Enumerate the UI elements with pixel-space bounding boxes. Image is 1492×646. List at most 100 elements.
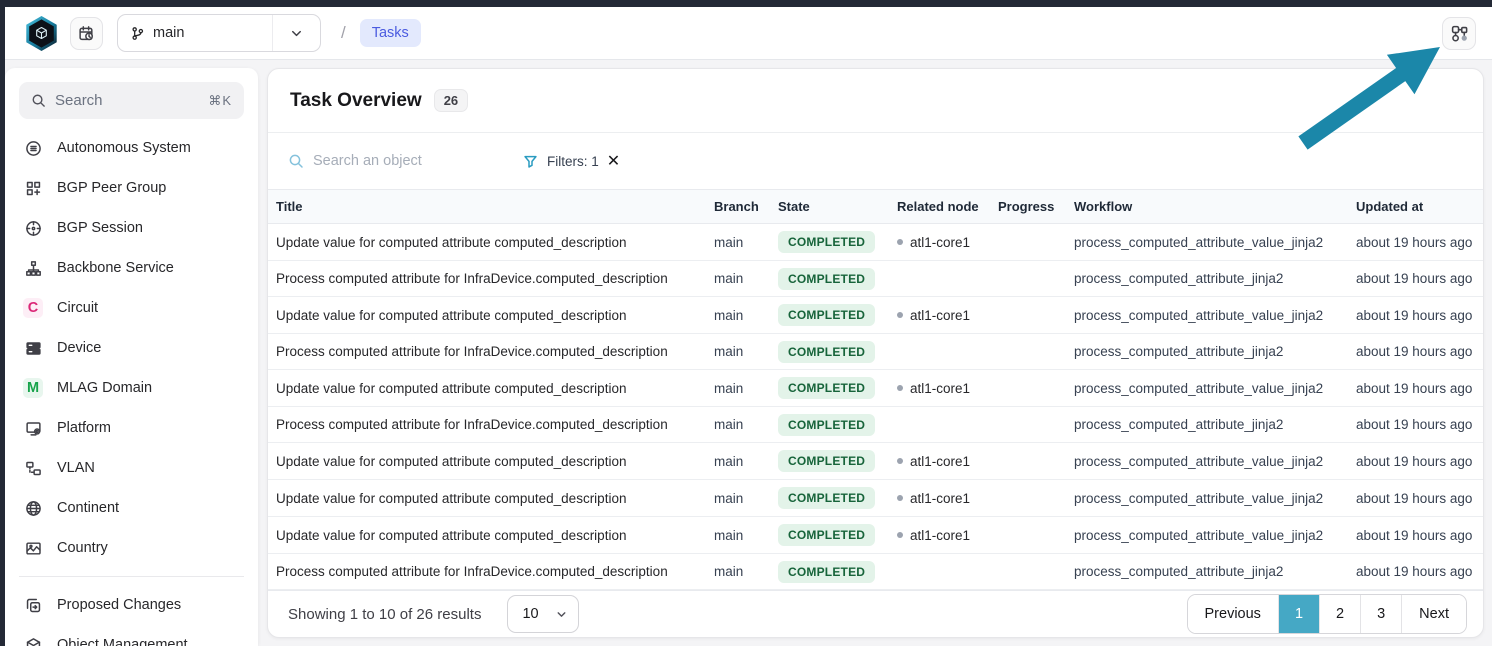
task-workflow: process_computed_attribute_value_jinja2 bbox=[1066, 443, 1348, 480]
sidebar-search-shortcut: ⌘K bbox=[208, 93, 232, 109]
task-workflow: process_computed_attribute_value_jinja2 bbox=[1066, 297, 1348, 334]
schema-visualizer-button[interactable] bbox=[1442, 17, 1476, 50]
related-node-cell bbox=[889, 334, 990, 370]
status-badge: COMPLETED bbox=[778, 561, 875, 583]
calendar-clock-icon bbox=[78, 25, 95, 42]
task-progress bbox=[990, 370, 1066, 407]
search-icon bbox=[31, 93, 46, 108]
pagination-next[interactable]: Next bbox=[1401, 595, 1466, 633]
page-size-select[interactable]: 10 bbox=[507, 595, 579, 633]
task-state-cell: COMPLETED bbox=[770, 224, 889, 261]
platform-icon bbox=[23, 418, 43, 438]
task-branch: main bbox=[706, 407, 770, 443]
table-row[interactable]: Update value for computed attribute comp… bbox=[268, 370, 1483, 407]
sidebar-item-country[interactable]: Country bbox=[5, 528, 258, 568]
task-progress bbox=[990, 443, 1066, 480]
task-updated-at: about 19 hours ago bbox=[1348, 554, 1483, 590]
sidebar-item-bgp-peer-group[interactable]: BGP Peer Group bbox=[5, 168, 258, 208]
task-title: Process computed attribute for InfraDevi… bbox=[268, 334, 706, 370]
status-badge: COMPLETED bbox=[778, 414, 875, 436]
task-progress bbox=[990, 261, 1066, 297]
sidebar-item-device[interactable]: Device bbox=[5, 328, 258, 368]
branch-name: main bbox=[153, 25, 184, 41]
column-header-updated-at: Updated at bbox=[1348, 190, 1483, 224]
sidebar-item-bgp-session[interactable]: BGP Session bbox=[5, 208, 258, 248]
vlan-icon bbox=[23, 458, 43, 478]
table-row[interactable]: Process computed attribute for InfraDevi… bbox=[268, 554, 1483, 590]
sidebar-item-platform[interactable]: Platform bbox=[5, 408, 258, 448]
sidebar: Search ⌘K Autonomous System BGP Peer Grou… bbox=[5, 68, 258, 646]
sidebar-item-backbone-service[interactable]: Backbone Service bbox=[5, 248, 258, 288]
pagination-3[interactable]: 3 bbox=[1360, 595, 1401, 633]
object-search-input[interactable] bbox=[313, 153, 493, 169]
sidebar-item-label: Country bbox=[57, 540, 108, 556]
table-row[interactable]: Process computed attribute for InfraDevi… bbox=[268, 334, 1483, 370]
branch-selector[interactable]: main bbox=[117, 14, 321, 52]
table-row[interactable]: Update value for computed attribute comp… bbox=[268, 443, 1483, 480]
related-node-cell: atl1-core1 bbox=[889, 443, 990, 480]
column-header-state: State bbox=[770, 190, 889, 224]
bgp-peer-group-icon bbox=[23, 178, 43, 198]
task-state-cell: COMPLETED bbox=[770, 334, 889, 370]
task-progress bbox=[990, 554, 1066, 590]
task-updated-at: about 19 hours ago bbox=[1348, 297, 1483, 334]
results-summary: Showing 1 to 10 of 26 results bbox=[288, 606, 481, 623]
schema-icon bbox=[1450, 24, 1469, 43]
table-row[interactable]: Update value for computed attribute comp… bbox=[268, 224, 1483, 261]
status-badge: COMPLETED bbox=[778, 487, 875, 509]
task-updated-at: about 19 hours ago bbox=[1348, 480, 1483, 517]
breadcrumb-separator: / bbox=[341, 23, 346, 43]
task-title: Update value for computed attribute comp… bbox=[268, 443, 706, 480]
top-bar: main / Tasks bbox=[5, 7, 1492, 60]
sidebar-item-label: MLAG Domain bbox=[57, 380, 152, 396]
sidebar-item-continent[interactable]: Continent bbox=[5, 488, 258, 528]
task-workflow: process_computed_attribute_jinja2 bbox=[1066, 407, 1348, 443]
sidebar-item-proposed-changes[interactable]: Proposed Changes bbox=[5, 585, 258, 625]
sidebar-divider bbox=[19, 576, 244, 577]
table-row[interactable]: Update value for computed attribute comp… bbox=[268, 517, 1483, 554]
sidebar-item-label: Backbone Service bbox=[57, 260, 174, 276]
table-row[interactable]: Update value for computed attribute comp… bbox=[268, 480, 1483, 517]
sidebar-item-label: Autonomous System bbox=[57, 140, 191, 156]
breadcrumb-tasks[interactable]: Tasks bbox=[360, 19, 421, 47]
status-badge: COMPLETED bbox=[778, 450, 875, 472]
table-row[interactable]: Update value for computed attribute comp… bbox=[268, 297, 1483, 334]
sidebar-item-vlan[interactable]: VLAN bbox=[5, 448, 258, 488]
task-state-cell: COMPLETED bbox=[770, 370, 889, 407]
related-node: atl1-core1 bbox=[910, 491, 970, 506]
sidebar-item-mlag-domain[interactable]: MMLAG Domain bbox=[5, 368, 258, 408]
sidebar-item-object-management[interactable]: Object Management bbox=[5, 625, 258, 646]
pagination-previous[interactable]: Previous bbox=[1188, 595, 1278, 633]
task-updated-at: about 19 hours ago bbox=[1348, 261, 1483, 297]
sidebar-item-label: Circuit bbox=[57, 300, 98, 316]
task-count-badge: 26 bbox=[434, 89, 468, 112]
task-progress bbox=[990, 224, 1066, 261]
task-state-cell: COMPLETED bbox=[770, 261, 889, 297]
task-title: Process computed attribute for InfraDevi… bbox=[268, 261, 706, 297]
clear-filters-icon[interactable]: ✕ bbox=[607, 151, 620, 171]
related-node-cell: atl1-core1 bbox=[889, 517, 990, 554]
pagination-2[interactable]: 2 bbox=[1319, 595, 1360, 633]
sidebar-item-label: BGP Peer Group bbox=[57, 180, 166, 196]
task-branch: main bbox=[706, 443, 770, 480]
sidebar-item-label: Continent bbox=[57, 500, 119, 516]
related-node-cell: atl1-core1 bbox=[889, 370, 990, 407]
time-travel-button[interactable] bbox=[70, 17, 103, 50]
filters-label: Filters: 1 bbox=[547, 154, 599, 169]
infrahub-logo-icon bbox=[23, 15, 60, 52]
task-progress bbox=[990, 407, 1066, 443]
branch-dropdown-toggle[interactable] bbox=[272, 15, 320, 51]
sidebar-item-autonomous-system[interactable]: Autonomous System bbox=[5, 128, 258, 168]
task-title: Update value for computed attribute comp… bbox=[268, 297, 706, 334]
sidebar-item-circuit[interactable]: C Circuit bbox=[5, 288, 258, 328]
letter-icon: C bbox=[23, 298, 43, 318]
sidebar-search[interactable]: Search ⌘K bbox=[19, 82, 244, 119]
task-title: Process computed attribute for InfraDevi… bbox=[268, 554, 706, 590]
table-row[interactable]: Process computed attribute for InfraDevi… bbox=[268, 261, 1483, 297]
task-branch: main bbox=[706, 517, 770, 554]
pagination-1[interactable]: 1 bbox=[1278, 595, 1319, 633]
filters-button[interactable]: Filters: 1 bbox=[523, 154, 599, 169]
chevron-down-icon bbox=[555, 608, 568, 621]
table-row[interactable]: Process computed attribute for InfraDevi… bbox=[268, 407, 1483, 443]
related-node: atl1-core1 bbox=[910, 381, 970, 396]
